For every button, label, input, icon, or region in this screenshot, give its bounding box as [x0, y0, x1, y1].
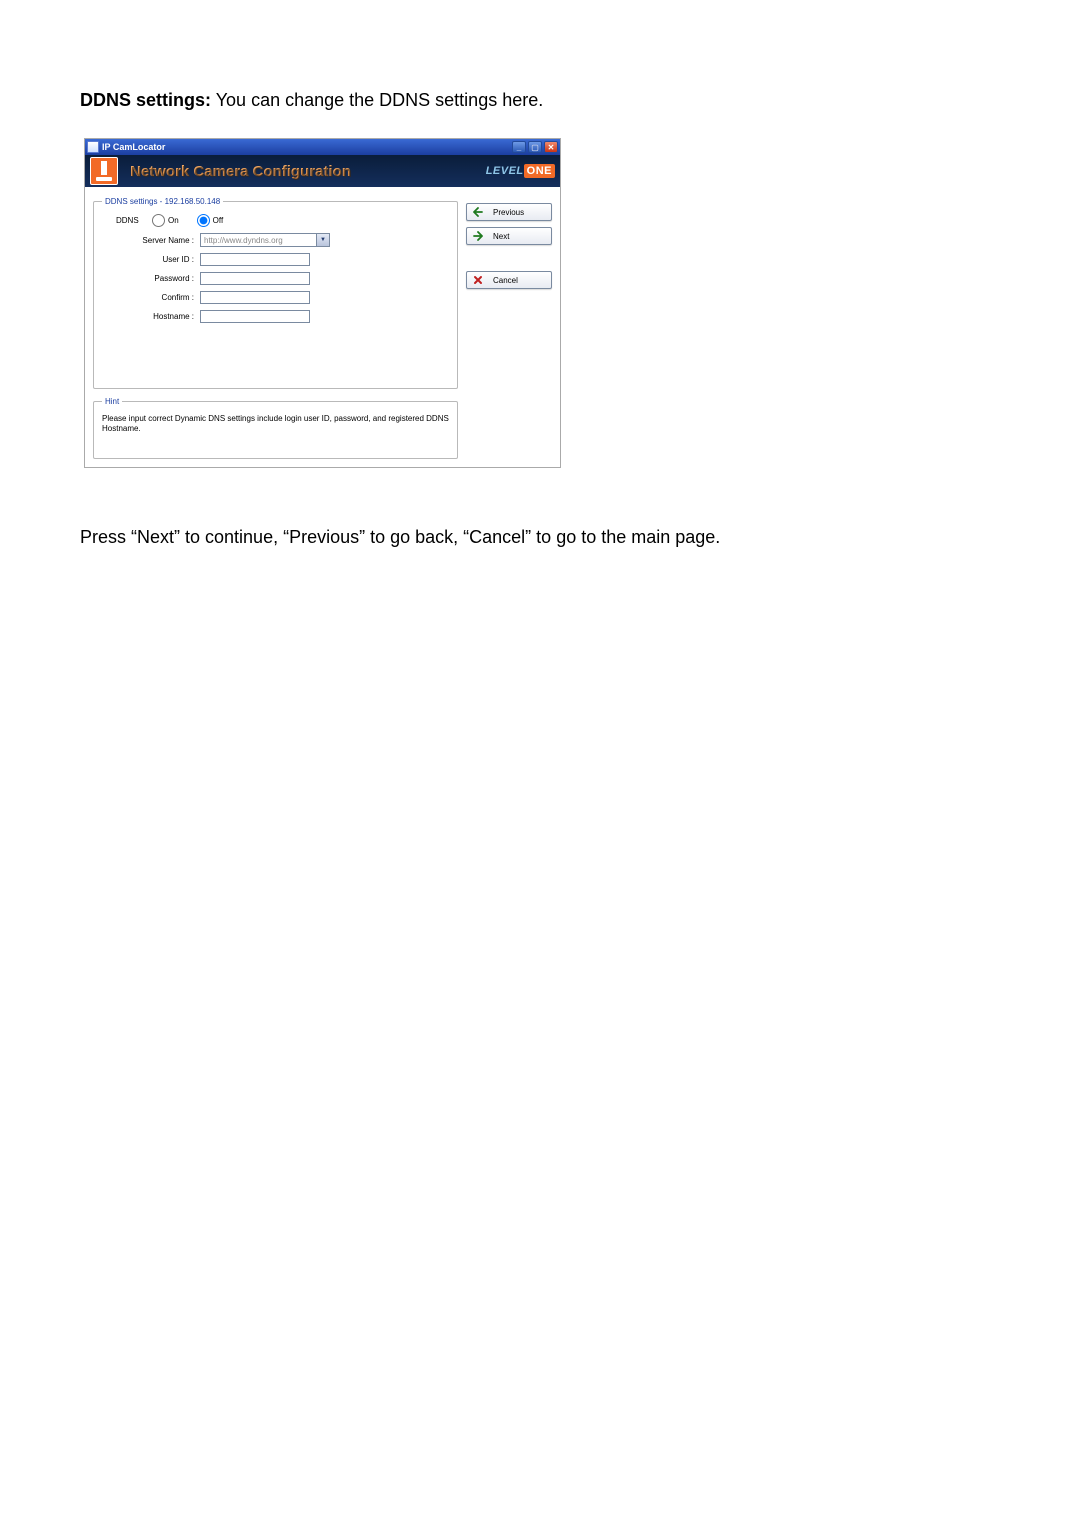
next-label: Next — [493, 232, 509, 241]
arrow-left-icon — [473, 207, 483, 217]
password-label: Password : — [102, 274, 200, 283]
hint-group: Hint Please input correct Dynamic DNS se… — [93, 397, 458, 459]
next-button[interactable]: Next — [466, 227, 552, 245]
server-name-row: Server Name : http://www.dyndns.org ▼ — [102, 233, 449, 247]
confirm-input[interactable] — [200, 291, 310, 304]
previous-label: Previous — [493, 208, 524, 217]
user-id-label: User ID : — [102, 255, 200, 264]
arrow-right-icon — [473, 231, 483, 241]
close-button[interactable]: ✕ — [544, 141, 558, 153]
ddns-settings-group: DDNS settings - 192.168.50.148 DDNS On O… — [93, 197, 458, 389]
brand-logo-icon — [90, 157, 118, 185]
hostname-label: Hostname : — [102, 312, 200, 321]
intro-rest: You can change the DDNS settings here. — [211, 90, 543, 110]
password-input[interactable] — [200, 272, 310, 285]
ddns-off-wrap[interactable]: Off — [197, 214, 224, 227]
ddns-settings-legend: DDNS settings - 192.168.50.148 — [102, 197, 223, 206]
minimize-button[interactable]: _ — [512, 141, 526, 153]
app-icon — [87, 141, 99, 153]
cancel-button[interactable]: Cancel — [466, 271, 552, 289]
ddns-label: DDNS — [102, 216, 152, 225]
nav-column: Previous Next Cancel — [466, 197, 552, 459]
chevron-down-icon: ▼ — [316, 234, 329, 246]
maximize-button[interactable]: ▢ — [528, 141, 542, 153]
server-name-select[interactable]: http://www.dyndns.org ▼ — [200, 233, 330, 247]
banner: Network Camera Configuration LEVELONE — [85, 155, 560, 187]
brand-text: LEVELONE — [486, 165, 555, 177]
confirm-label: Confirm : — [102, 293, 200, 302]
app-window: IP CamLocator _ ▢ ✕ Network Camera Confi… — [85, 139, 560, 467]
ddns-radio-row: DDNS On Off — [102, 214, 449, 227]
close-icon — [473, 275, 483, 285]
client-area: DDNS settings - 192.168.50.148 DDNS On O… — [85, 187, 560, 467]
outro-text: Press “Next” to continue, “Previous” to … — [80, 527, 1000, 548]
hint-text: Please input correct Dynamic DNS setting… — [102, 414, 449, 434]
cancel-label: Cancel — [493, 276, 518, 285]
titlebar: IP CamLocator _ ▢ ✕ — [85, 139, 560, 155]
intro-bold: DDNS settings: — [80, 90, 211, 110]
brand-suffix: ONE — [524, 164, 555, 178]
hostname-row: Hostname : — [102, 310, 449, 323]
user-id-input[interactable] — [200, 253, 310, 266]
previous-button[interactable]: Previous — [466, 203, 552, 221]
server-name-label: Server Name : — [102, 236, 200, 245]
window-title: IP CamLocator — [102, 142, 165, 152]
intro-text: DDNS settings: You can change the DDNS s… — [80, 90, 1000, 111]
hint-legend: Hint — [102, 397, 122, 406]
server-name-value: http://www.dyndns.org — [204, 236, 283, 245]
password-row: Password : — [102, 272, 449, 285]
ddns-off-radio[interactable] — [197, 214, 210, 227]
hostname-input[interactable] — [200, 310, 310, 323]
confirm-row: Confirm : — [102, 291, 449, 304]
brand-prefix: LEVEL — [486, 165, 524, 177]
ddns-off-label: Off — [213, 216, 224, 225]
ddns-on-radio[interactable] — [152, 214, 165, 227]
ddns-on-wrap[interactable]: On — [152, 214, 179, 227]
ddns-on-label: On — [168, 216, 179, 225]
user-id-row: User ID : — [102, 253, 449, 266]
banner-title: Network Camera Configuration — [130, 163, 351, 180]
